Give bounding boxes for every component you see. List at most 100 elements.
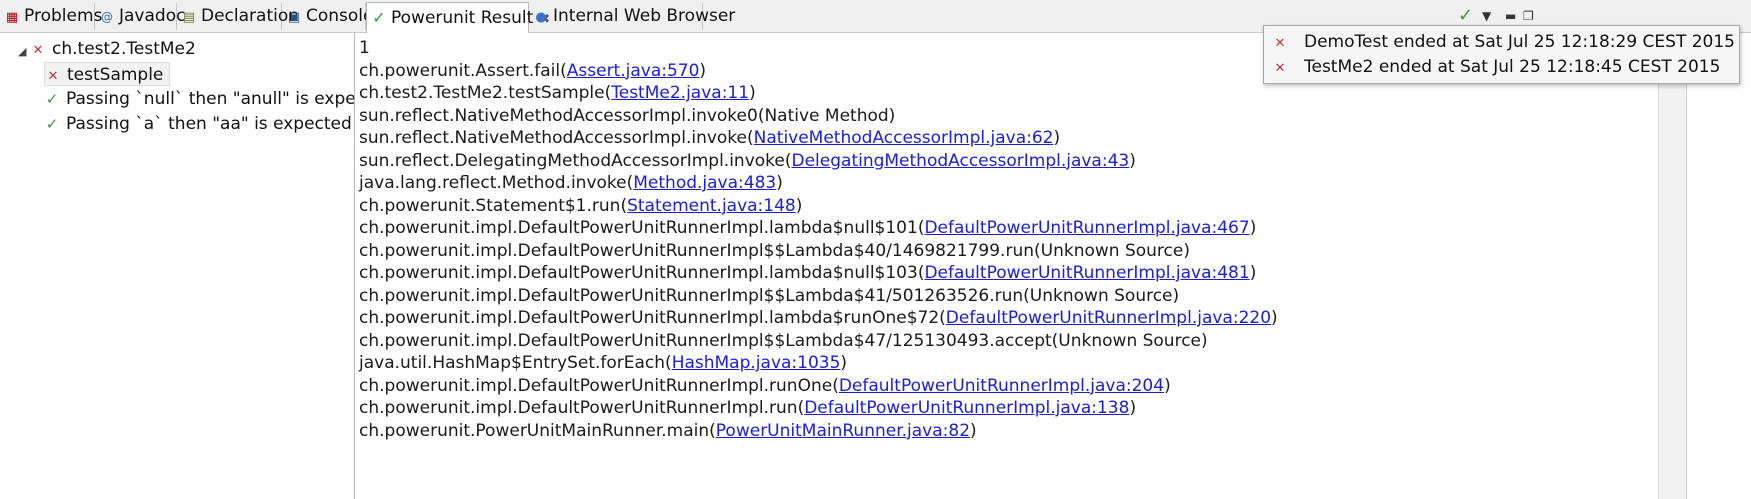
trace-text: 1 [359, 38, 370, 58]
stack-trace-line: ch.powerunit.impl.DefaultPowerUnitRunner… [359, 240, 1190, 262]
declaration-icon: ▤ [182, 10, 196, 25]
source-link[interactable]: Method.java:483 [633, 173, 776, 193]
passed-icon: ✓ [45, 115, 59, 133]
trace-text: ) [970, 420, 977, 441]
trace-text: ch.powerunit.impl.DefaultPowerUnitRunner… [359, 240, 1190, 261]
stack-trace-line: ch.powerunit.impl.DefaultPowerUnitRunner… [359, 397, 1136, 419]
trace-text: ch.powerunit.impl.DefaultPowerUnitRunner… [359, 308, 946, 328]
source-link[interactable]: PowerUnitMainRunner.java:82 [716, 421, 970, 441]
source-link[interactable]: HashMap.java:1035 [672, 353, 841, 373]
source-link[interactable]: DefaultPowerUnitRunnerImpl.java:481 [924, 263, 1249, 283]
stack-trace-line: ch.powerunit.impl.DefaultPowerUnitRunner… [359, 307, 1278, 329]
trace-text: ch.powerunit.impl.DefaultPowerUnitRunner… [359, 285, 1180, 306]
source-link[interactable]: DefaultPowerUnitRunnerImpl.java:204 [839, 376, 1164, 396]
notification-popup: ✕ DemoTest ended at Sat Jul 25 12:18:29 C… [1263, 25, 1740, 84]
tab-label: Problems [24, 6, 103, 26]
stack-trace-line: ch.powerunit.impl.DefaultPowerUnitRunner… [359, 330, 1208, 352]
tree-node-passing-null[interactable]: ✓ Passing `null` then "anull" is expected [44, 87, 355, 111]
tree-node-testsample[interactable]: ✕ testSample [44, 62, 171, 86]
passed-icon: ✓ [45, 90, 59, 108]
source-link[interactable]: Statement.java:148 [627, 196, 796, 216]
tab-label: Powerunit Result [391, 8, 534, 28]
tree-node-label: testSample [67, 65, 164, 85]
tab-internal-web-browser[interactable]: ● Internal Web Browser [529, 3, 735, 30]
stack-trace-line: sun.reflect.NativeMethodAccessorImpl.inv… [359, 127, 1060, 149]
trace-text: ) [1129, 398, 1137, 418]
stack-trace-line: 1 [359, 37, 370, 59]
tab-label: Internal Web Browser [553, 6, 736, 26]
javadoc-icon: @ [101, 10, 113, 24]
source-link[interactable]: DefaultPowerUnitRunnerImpl.java:467 [924, 218, 1249, 238]
trace-text: sun.reflect.DelegatingMethodAccessorImpl… [359, 150, 792, 171]
web-browser-icon: ● [535, 10, 547, 25]
stack-trace-line: ch.powerunit.PowerUnitMainRunner.main(Po… [359, 420, 977, 442]
failed-icon: ✕ [1274, 61, 1286, 76]
trace-text: ) [1249, 218, 1257, 238]
tree-node-passing-a[interactable]: ✓ Passing `a` then "aa" is expected [44, 112, 352, 136]
trace-text: ch.powerunit.impl.DefaultPowerUnitRunner… [359, 218, 925, 238]
source-link[interactable]: NativeMethodAccessorImpl.java:62 [754, 128, 1054, 148]
side-panel [1686, 33, 1751, 499]
failed-icon: ✕ [47, 69, 59, 84]
tab-label: Console [306, 6, 374, 26]
trace-text: ) [795, 195, 803, 216]
trace-text: java.util.HashMap$EntrySet.forEach( [359, 353, 672, 373]
trace-text: ch.test2.TestMe2.testSample( [359, 83, 612, 103]
collapse-arrow-icon[interactable]: ◢ [18, 45, 26, 58]
trace-text: ) [1129, 150, 1136, 171]
stack-trace-line: ch.powerunit.Statement$1.run(Statement.j… [359, 195, 802, 217]
trace-text: ch.powerunit.impl.DefaultPowerUnitRunner… [359, 398, 805, 418]
source-link[interactable]: DefaultPowerUnitRunnerImpl.java:220 [946, 308, 1271, 328]
trace-text: ) [749, 83, 756, 103]
trace-text: ) [699, 60, 707, 81]
problems-icon: ▦ [5, 10, 19, 25]
tree-node-label: ch.test2.TestMe2 [52, 39, 196, 59]
tab-label: Javadoc [119, 6, 186, 26]
powerunit-result-icon: ✓ [372, 8, 386, 27]
trace-text: sun.reflect.NativeMethodAccessorImpl.inv… [359, 105, 896, 126]
source-link[interactable]: DelegatingMethodAccessorImpl.java:43 [792, 151, 1130, 171]
trace-text: sun.reflect.NativeMethodAccessorImpl.inv… [359, 128, 754, 148]
notification-item[interactable]: ✕ TestMe2 ended at Sat Jul 25 12:18:45 CE… [1272, 54, 1721, 80]
notification-item[interactable]: ✕ DemoTest ended at Sat Jul 25 12:18:29 C… [1272, 29, 1735, 55]
trace-text: ) [1249, 263, 1257, 283]
test-result-tree: ◢ ✕ ch.test2.TestMe2 ✕ testSample ✓ Passing… [0, 33, 355, 499]
trace-text: ch.powerunit.Assert.fail( [359, 60, 567, 81]
tree-node-label: Passing `null` then "anull" is expected [66, 89, 355, 109]
stack-trace-line: ch.powerunit.impl.DefaultPowerUnitRunner… [359, 285, 1179, 307]
tab-javadoc[interactable]: @ Javadoc [95, 3, 185, 30]
trace-text: ch.powerunit.impl.DefaultPowerUnitRunner… [359, 330, 1208, 351]
tab-console[interactable]: ▣ Console [282, 3, 374, 30]
failed-icon: ✕ [32, 43, 44, 58]
tree-root-node[interactable]: ✕ ch.test2.TestMe2 [30, 37, 196, 61]
trace-text: ch.powerunit.impl.DefaultPowerUnitRunner… [359, 263, 925, 283]
trace-text: ch.powerunit.PowerUnitMainRunner.main( [359, 420, 716, 441]
source-link[interactable]: DefaultPowerUnitRunnerImpl.java:138 [804, 398, 1129, 418]
stack-trace-line: sun.reflect.DelegatingMethodAccessorImpl… [359, 150, 1136, 172]
source-link[interactable]: Assert.java:570 [567, 61, 700, 81]
trace-text: ) [776, 173, 783, 193]
notification-text: TestMe2 ended at Sat Jul 25 12:18:45 CES… [1304, 57, 1721, 77]
trace-text: ) [840, 353, 848, 373]
trace-text: ) [1053, 128, 1061, 148]
stack-trace-line: ch.powerunit.Assert.fail(Assert.java:570… [359, 60, 706, 82]
trace-text: java.lang.reflect.Method.invoke( [359, 173, 634, 193]
trace-text: ) [1164, 375, 1171, 396]
tab-problems[interactable]: ▦ Problems [0, 3, 102, 30]
trace-text: ch.powerunit.Statement$1.run( [359, 195, 628, 216]
vertical-scrollbar[interactable] [1658, 33, 1687, 499]
source-link[interactable]: TestMe2.java:11 [611, 83, 749, 103]
trace-text: ch.powerunit.impl.DefaultPowerUnitRunner… [359, 375, 839, 396]
stack-trace-line: java.lang.reflect.Method.invoke(Method.j… [359, 172, 783, 194]
stack-trace-line: ch.powerunit.impl.DefaultPowerUnitRunner… [359, 262, 1256, 284]
tree-node-label: Passing `a` then "aa" is expected [66, 114, 352, 134]
stack-trace-line: sun.reflect.NativeMethodAccessorImpl.inv… [359, 105, 895, 127]
trace-text: ) [1271, 308, 1278, 328]
stack-trace-line: ch.test2.TestMe2.testSample(TestMe2.java… [359, 82, 756, 104]
stack-trace-panel[interactable]: 1 ch.powerunit.Assert.fail(Assert.java:57… [355, 33, 1658, 499]
tab-declaration[interactable]: ▤ Declaration [177, 3, 299, 30]
stack-trace-line: ch.powerunit.impl.DefaultPowerUnitRunner… [359, 217, 1256, 239]
tab-powerunit-result[interactable]: ✓ Powerunit Result ✖ [366, 2, 550, 33]
notification-text: DemoTest ended at Sat Jul 25 12:18:29 CE… [1304, 32, 1735, 52]
console-icon: ▣ [287, 10, 301, 25]
